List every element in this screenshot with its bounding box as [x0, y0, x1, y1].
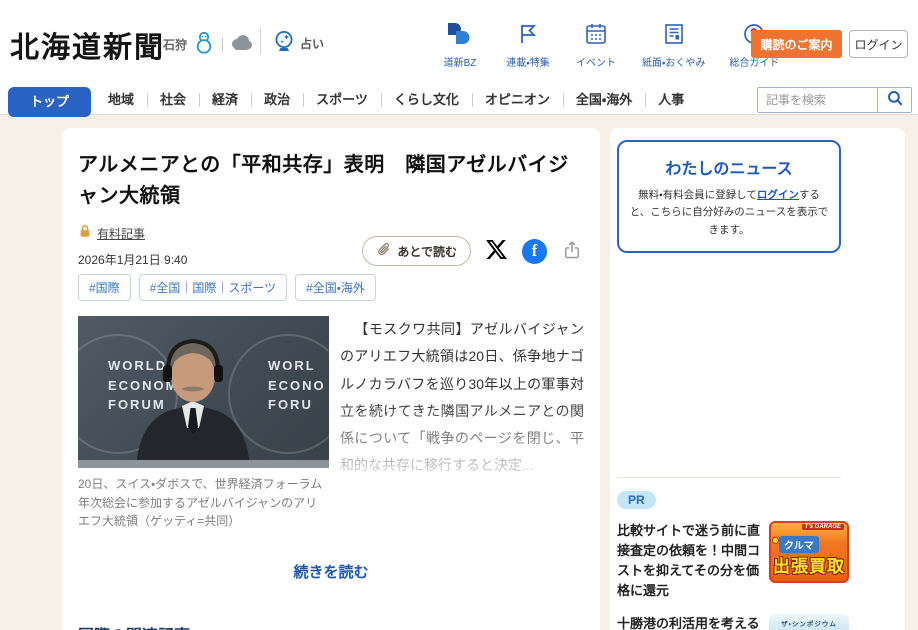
quicklink-label: 連載・特集	[506, 54, 549, 69]
share-facebook-button[interactable]: f	[522, 239, 547, 264]
my-news-box: わたしのニュース 無料・有料会員に登録してログインすると、こちらに自分好みのニュ…	[617, 140, 841, 253]
paid-label: 有料記事	[97, 225, 145, 242]
pr-item-image: ザ・シンポジウム みなと in十勝	[769, 614, 849, 630]
read-later-button[interactable]: あとで読む	[362, 236, 471, 266]
tab-society[interactable]: 社会	[147, 85, 199, 115]
article-tags: #国際 #全国｜国際｜スポーツ #全国・海外	[78, 274, 584, 301]
login-button[interactable]: ログイン	[849, 30, 908, 58]
continue-reading-link[interactable]: 続きを読む	[293, 561, 368, 582]
read-later-label: あとで読む	[397, 243, 457, 260]
site-logo[interactable]: 北海道新聞	[10, 24, 165, 66]
photo-caption: 20日、スイス・ダボスで、世界経済フォーラム年次総会に参加するアゼルバイジャンの…	[78, 475, 329, 531]
lock-icon	[78, 224, 92, 243]
pr-badge: PR	[617, 491, 656, 509]
tab-politics[interactable]: 政治	[251, 85, 303, 115]
quicklink-label: 道新BZ	[444, 54, 477, 69]
tab-region[interactable]: 地域	[95, 85, 147, 115]
article-search	[757, 87, 912, 113]
tab-opinion[interactable]: オピニオン	[472, 85, 563, 115]
paperclip-icon	[376, 242, 391, 260]
sidebar: わたしのニュース 無料・有料会員に登録してログインすると、こちらに自分好みのニュ…	[610, 128, 905, 630]
flag-icon	[516, 22, 540, 51]
pr-item-text: 比較サイトで迷う前に直接査定の依頼を！中間コストを抑えてその分を価格に還元	[617, 521, 760, 602]
pr-item-symposium[interactable]: 十勝港の利活用を考える「ザ・シンポジウムみなとin十勝」が帯広で開催 ザ・シンポ…	[617, 614, 849, 630]
tag-button[interactable]: #国際	[78, 274, 131, 301]
fortune-label: 占い	[300, 35, 324, 52]
sidebar-divider	[617, 477, 841, 478]
pr-item-image: T's GARAGE クルマ 出張買取	[769, 521, 849, 583]
quicklink-doshin-bz[interactable]: 道新BZ	[438, 22, 482, 69]
search-input[interactable]	[758, 88, 877, 112]
tab-personnel[interactable]: 人事	[645, 85, 697, 115]
facebook-icon: f	[522, 239, 547, 264]
tab-lifestyle[interactable]: くらし文化	[381, 85, 472, 115]
my-news-text: 無料・有料会員に登録してログインすると、こちらに自分好みのニュースを表示できます…	[629, 187, 829, 239]
president-silhouette	[78, 316, 329, 468]
article-content: WORLD ECONOMI FORUM WORL ECONO FORU 20日、…	[78, 316, 584, 531]
quicklink-series[interactable]: 連載・特集	[506, 22, 550, 69]
ad-image-text: みなと	[779, 627, 830, 630]
article-body: 【モスクワ共同】アゼルバイジャンのアリエフ大統領は20日、係争地ナゴルノカラバフ…	[340, 316, 584, 488]
my-news-text-before: 無料・有料会員に登録して	[638, 189, 757, 201]
article-meta: 有料記事 2026年1月21日 9:40 あとで読む f	[78, 224, 584, 270]
related-articles-heading: 国際の関連記事	[78, 622, 584, 630]
weather-region-label: 石狩	[163, 36, 187, 53]
search-button[interactable]	[877, 88, 911, 112]
article-photo[interactable]: WORLD ECONOMI FORUM WORL ECONO FORU	[78, 316, 329, 468]
quicklink-paper-obituary[interactable]: 紙面・おくやみ	[642, 22, 705, 69]
crystal-ball-icon	[272, 29, 296, 58]
header-quick-links: 道新BZ 連載・特集 イベント 紙面・おくやみ 総合ガイド	[438, 22, 779, 69]
paid-article-badge[interactable]: 有料記事	[78, 224, 145, 243]
dbz-logo-icon	[446, 22, 474, 51]
quicklink-events[interactable]: イベント	[574, 22, 618, 69]
weather-separator	[222, 38, 223, 52]
tab-economy[interactable]: 経済	[199, 85, 251, 115]
article-card: アルメニアとの「平和共存」表明 隣国アゼルバイジャン大統領 有料記事 2026年…	[62, 128, 600, 630]
site-header: 北海道新聞 石狩 占い 道新BZ 連載・特集	[0, 0, 918, 85]
tab-top[interactable]: トップ	[8, 87, 91, 117]
share-x-button[interactable]	[486, 239, 507, 263]
tab-sports[interactable]: スポーツ	[303, 85, 381, 115]
ad-dot-decoration	[772, 537, 779, 544]
share-box-icon	[562, 240, 582, 263]
tag-button[interactable]: #全国｜国際｜スポーツ	[139, 274, 287, 301]
header-divider	[260, 28, 261, 54]
ad-image-text: 出張買取	[773, 552, 845, 577]
fortune-link[interactable]: 占い	[272, 29, 324, 58]
quicklink-label: 紙面・おくやみ	[642, 54, 705, 69]
tab-national-world[interactable]: 全国・海外	[563, 85, 645, 115]
share-row: あとで読む f	[362, 236, 582, 266]
x-icon	[486, 239, 507, 263]
ad-brand-text: T's GARAGE	[802, 524, 844, 530]
weather-widget[interactable]: 石狩	[163, 30, 253, 59]
main-nav: トップ 地域 社会 経済 政治 スポーツ くらし文化 オピニオン 全国・海外 人…	[0, 85, 918, 115]
ad-image-text: クルマ	[779, 536, 819, 553]
cloud-icon	[229, 33, 253, 56]
my-news-login-link[interactable]: ログイン	[757, 189, 799, 201]
magnifier-icon	[886, 89, 904, 110]
quicklink-label: イベント	[576, 54, 616, 69]
my-news-title: わたしのニュース	[629, 155, 829, 179]
snowman-icon	[192, 30, 216, 59]
tag-button[interactable]: #全国・海外	[295, 274, 376, 301]
pr-item-car-buyout[interactable]: 比較サイトで迷う前に直接査定の依頼を！中間コストを抑えてその分を価格に還元 T'…	[617, 521, 849, 602]
calendar-icon	[584, 22, 608, 51]
article-title: アルメニアとの「平和共存」表明 隣国アゼルバイジャン大統領	[78, 150, 584, 212]
subscribe-button[interactable]: 購読のご案内	[751, 30, 842, 58]
pr-item-text: 十勝港の利活用を考える「ザ・シンポジウムみなとin十勝」が帯広で開催	[617, 614, 760, 630]
share-button[interactable]	[562, 240, 582, 263]
article-figure: WORLD ECONOMI FORUM WORL ECONO FORU 20日、…	[78, 316, 329, 531]
article-body-text: 【モスクワ共同】アゼルバイジャンのアリエフ大統領は20日、係争地ナゴルノカラバフ…	[340, 321, 584, 473]
newspaper-icon	[662, 22, 686, 51]
